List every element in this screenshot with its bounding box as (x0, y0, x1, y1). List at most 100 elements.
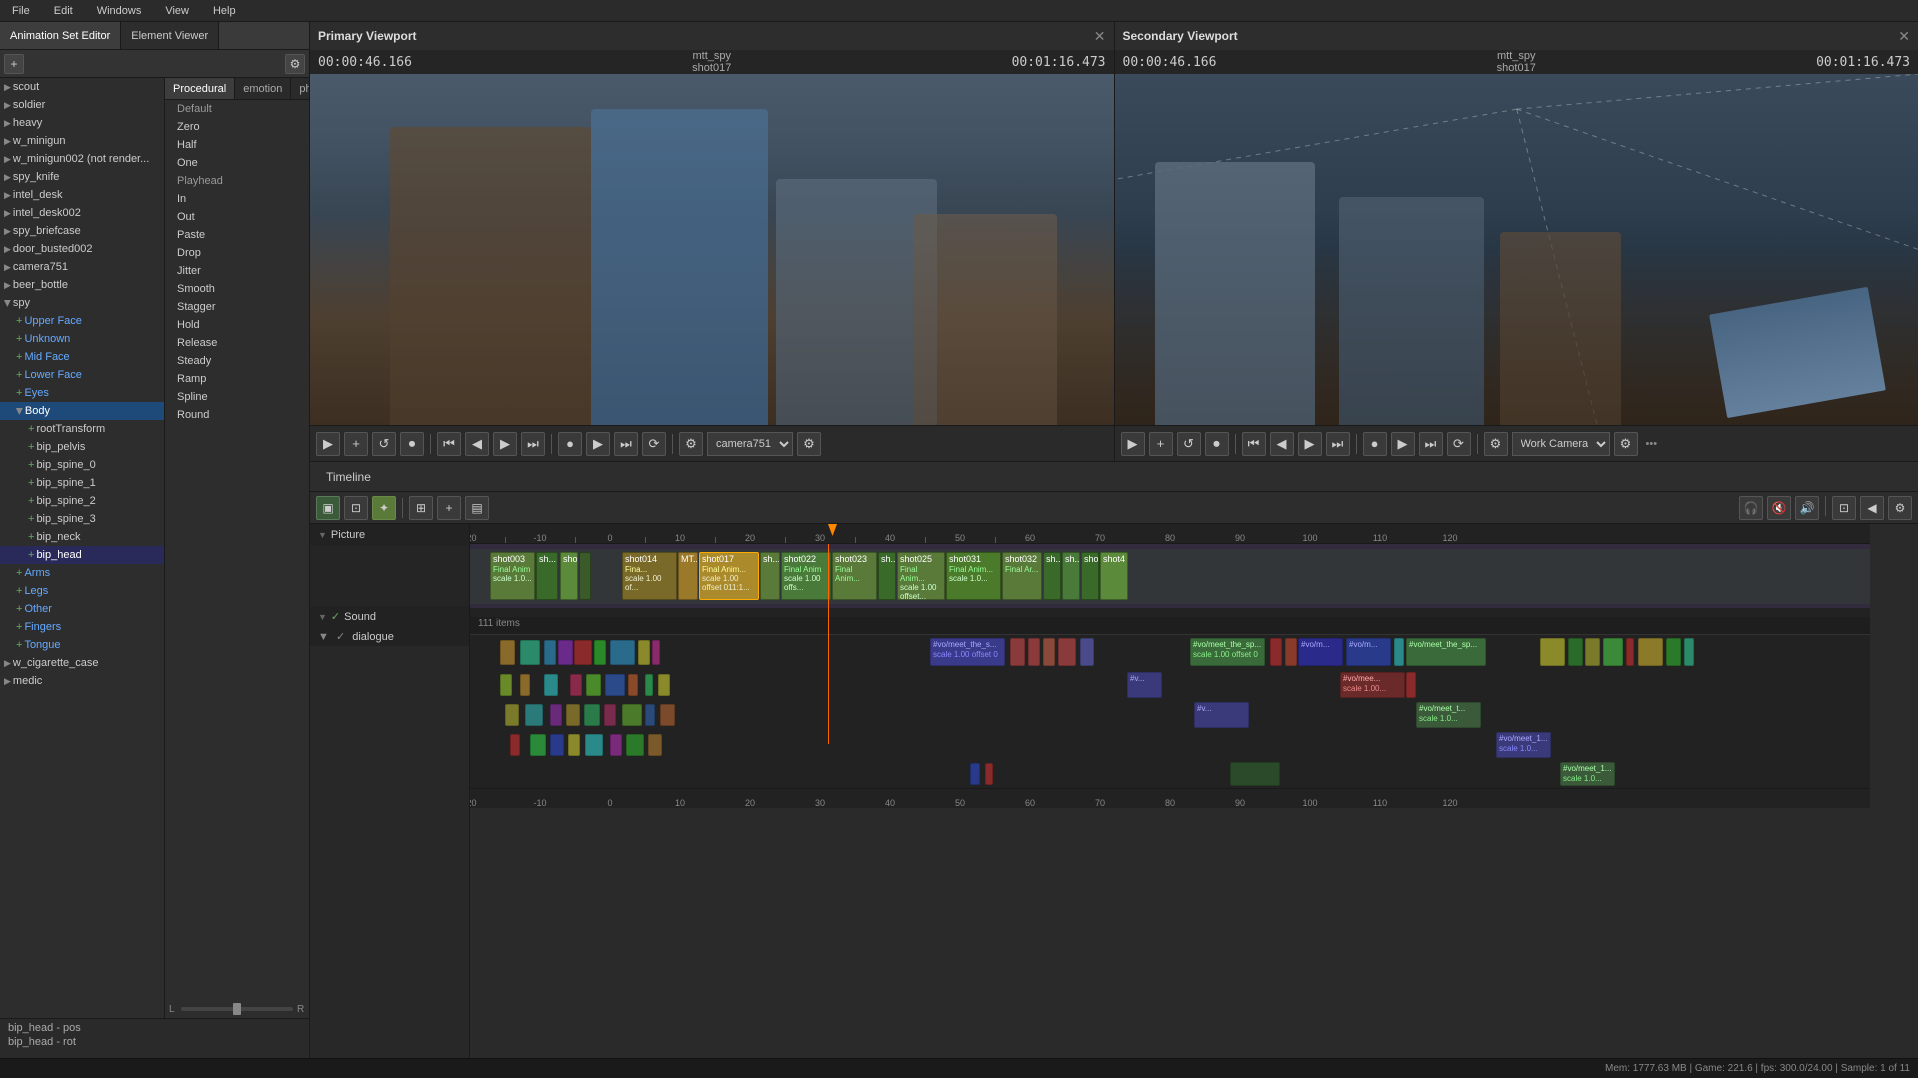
sclip-voym2[interactable]: #vo/m... (1346, 638, 1391, 666)
sclip-green1[interactable] (1568, 638, 1583, 666)
sclip3-9[interactable] (660, 704, 675, 726)
sclip4-6[interactable] (626, 734, 644, 756)
tree-item-bip-head[interactable]: +bip_head (0, 546, 164, 564)
tree-item-soldier[interactable]: ▶soldier (0, 96, 164, 114)
loop-btn-primary[interactable]: ↺ (372, 432, 396, 456)
record-btn-primary[interactable]: ⏺ (400, 432, 424, 456)
tree-item-intel-desk002[interactable]: ▶intel_desk002 (0, 204, 164, 222)
sound-track-5[interactable]: #vo/meet_1... scale 1.0... (470, 760, 1870, 788)
tree-item-intel-desk[interactable]: ▶intel_desk (0, 186, 164, 204)
proc-hold[interactable]: Hold (165, 316, 309, 334)
record-btn-secondary[interactable]: ⏺ (1205, 432, 1229, 456)
sclip5-vo-sp[interactable] (1230, 762, 1280, 786)
step-back-primary[interactable]: ◀ (465, 432, 489, 456)
sclip-2[interactable] (520, 640, 540, 665)
sclip-red2[interactable] (1285, 638, 1297, 666)
timeline-tracks[interactable]: -20 -10 0 10 20 30 40 50 60 70 80 90 100… (470, 524, 1918, 1058)
tab-procedural[interactable]: Procedural (165, 78, 235, 99)
tree-item-medic[interactable]: ▶medic (0, 672, 164, 690)
menu-windows[interactable]: Windows (93, 3, 146, 19)
clip-s1[interactable] (579, 552, 591, 600)
slider-track[interactable] (181, 1007, 293, 1011)
clip-sh5[interactable]: sh... (1062, 552, 1080, 600)
add-btn-secondary[interactable]: + (1149, 432, 1173, 456)
gear-button[interactable]: ⚙ (285, 54, 305, 74)
sclip-green2[interactable] (1603, 638, 1623, 666)
sclip2-9[interactable] (658, 674, 670, 696)
tree-item-heavy[interactable]: ▶heavy (0, 114, 164, 132)
play2-primary[interactable]: ▶ (586, 432, 610, 456)
sclip-4[interactable] (558, 640, 573, 665)
menu-edit[interactable]: Edit (50, 3, 77, 19)
sclip3-6[interactable] (604, 704, 616, 726)
tab-emotion[interactable]: emotion (235, 78, 291, 99)
tree-item-spy-knife[interactable]: ▶spy_knife (0, 168, 164, 186)
settings-primary[interactable]: ⚙ (679, 432, 703, 456)
sclip2-vo[interactable]: #v... (1127, 672, 1162, 698)
menu-file[interactable]: File (8, 3, 34, 19)
proc-jitter[interactable]: Jitter (165, 262, 309, 280)
tree-item-bip-spine-3[interactable]: +bip_spine_3 (0, 510, 164, 528)
sclip-7[interactable] (610, 640, 635, 665)
tree-item-camera751[interactable]: ▶camera751 (0, 258, 164, 276)
sclip-red3[interactable] (1626, 638, 1634, 666)
tree-item-spy[interactable]: ▶spy (0, 294, 164, 312)
tree-item-spy-briefcase[interactable]: ▶spy_briefcase (0, 222, 164, 240)
loop2-primary[interactable]: ⟳ (642, 432, 666, 456)
timeline-tab[interactable]: Timeline (318, 466, 379, 488)
add-button[interactable]: + (4, 54, 24, 74)
proc-ramp[interactable]: Ramp (165, 370, 309, 388)
proc-in[interactable]: In (165, 190, 309, 208)
sclip-vo1[interactable]: #vo/meet_the_s... scale 1.00 offset 0 (930, 638, 1005, 666)
clip-shot025[interactable]: shot025 Final Anim... scale 1.00 offset.… (897, 552, 945, 600)
sclip3-3[interactable] (550, 704, 562, 726)
tl-prev-btn[interactable]: ◀ (1860, 496, 1884, 520)
sclip3-2[interactable] (525, 704, 543, 726)
menu-view[interactable]: View (161, 3, 193, 19)
sclip2-6[interactable] (605, 674, 625, 696)
sclip2-vomee[interactable]: #vo/mee... scale 1.00... (1340, 672, 1405, 698)
sclip4-cyan1[interactable] (585, 734, 603, 756)
clip-shot017[interactable]: shot017 Final Anim... scale 1.00 offset … (699, 552, 759, 600)
add-btn-primary[interactable]: + (344, 432, 368, 456)
clip-shot023[interactable]: shot023 Final Anim... (832, 552, 877, 600)
tree-item-roottransform[interactable]: +rootTransform (0, 420, 164, 438)
tree-item-mid-face[interactable]: +Mid Face (0, 348, 164, 366)
tl-mute-btn[interactable]: 🔇 (1767, 496, 1791, 520)
tl-zoom-fit-btn[interactable]: ⊡ (1832, 496, 1856, 520)
sclip2-4[interactable] (570, 674, 582, 696)
tree-item-door-busted[interactable]: ▶door_busted002 (0, 240, 164, 258)
sclip-vomeet-sp[interactable]: #vo/meet_the_sp... (1406, 638, 1486, 666)
clip-shot003[interactable]: shot003 Final Anim scale 1.0... (490, 552, 535, 600)
sclip-red1[interactable] (1270, 638, 1282, 666)
loop2-secondary[interactable]: ⟳ (1447, 432, 1471, 456)
sclip3-5[interactable] (584, 704, 600, 726)
sound-track-4[interactable]: #vo/meet_1... scale 1.0... (470, 730, 1870, 760)
clip-mt[interactable]: MT... (678, 552, 698, 600)
tab-animation-set-editor[interactable]: Animation Set Editor (0, 22, 121, 49)
sclip2-7[interactable] (628, 674, 638, 696)
mute-secondary[interactable]: ● (1363, 432, 1387, 456)
tl-solo-btn[interactable]: 🔊 (1795, 496, 1819, 520)
proc-release[interactable]: Release (165, 334, 309, 352)
tl-key-btn[interactable]: + (437, 496, 461, 520)
tree-item-other[interactable]: +Other (0, 600, 164, 618)
tree-item-eyes[interactable]: +Eyes (0, 384, 164, 402)
proc-steady[interactable]: Steady (165, 352, 309, 370)
sclip-6[interactable] (594, 640, 606, 665)
tl-headphones-btn[interactable]: 🎧 (1739, 496, 1763, 520)
tree-item-arms[interactable]: +Arms (0, 564, 164, 582)
sound-track-3[interactable]: #v... #vo/meet_t... scale 1.0... (470, 700, 1870, 730)
sclip2-3[interactable] (544, 674, 558, 696)
sclip-vo5[interactable] (1058, 638, 1076, 666)
proc-spline[interactable]: Spline (165, 388, 309, 406)
sclip2-8[interactable] (645, 674, 653, 696)
clip-shot1[interactable]: shot... (560, 552, 578, 600)
camera-settings-primary[interactable]: ⚙ (797, 432, 821, 456)
loop-btn-secondary[interactable]: ↺ (1177, 432, 1201, 456)
tree-item-bip-spine-0[interactable]: +bip_spine_0 (0, 456, 164, 474)
sclip-green3[interactable] (1666, 638, 1681, 666)
proc-smooth[interactable]: Smooth (165, 280, 309, 298)
proc-drop[interactable]: Drop (165, 244, 309, 262)
sclip-vo-sp[interactable]: #vo/meet_the_sp... scale 1.00 offset 0 (1190, 638, 1265, 666)
